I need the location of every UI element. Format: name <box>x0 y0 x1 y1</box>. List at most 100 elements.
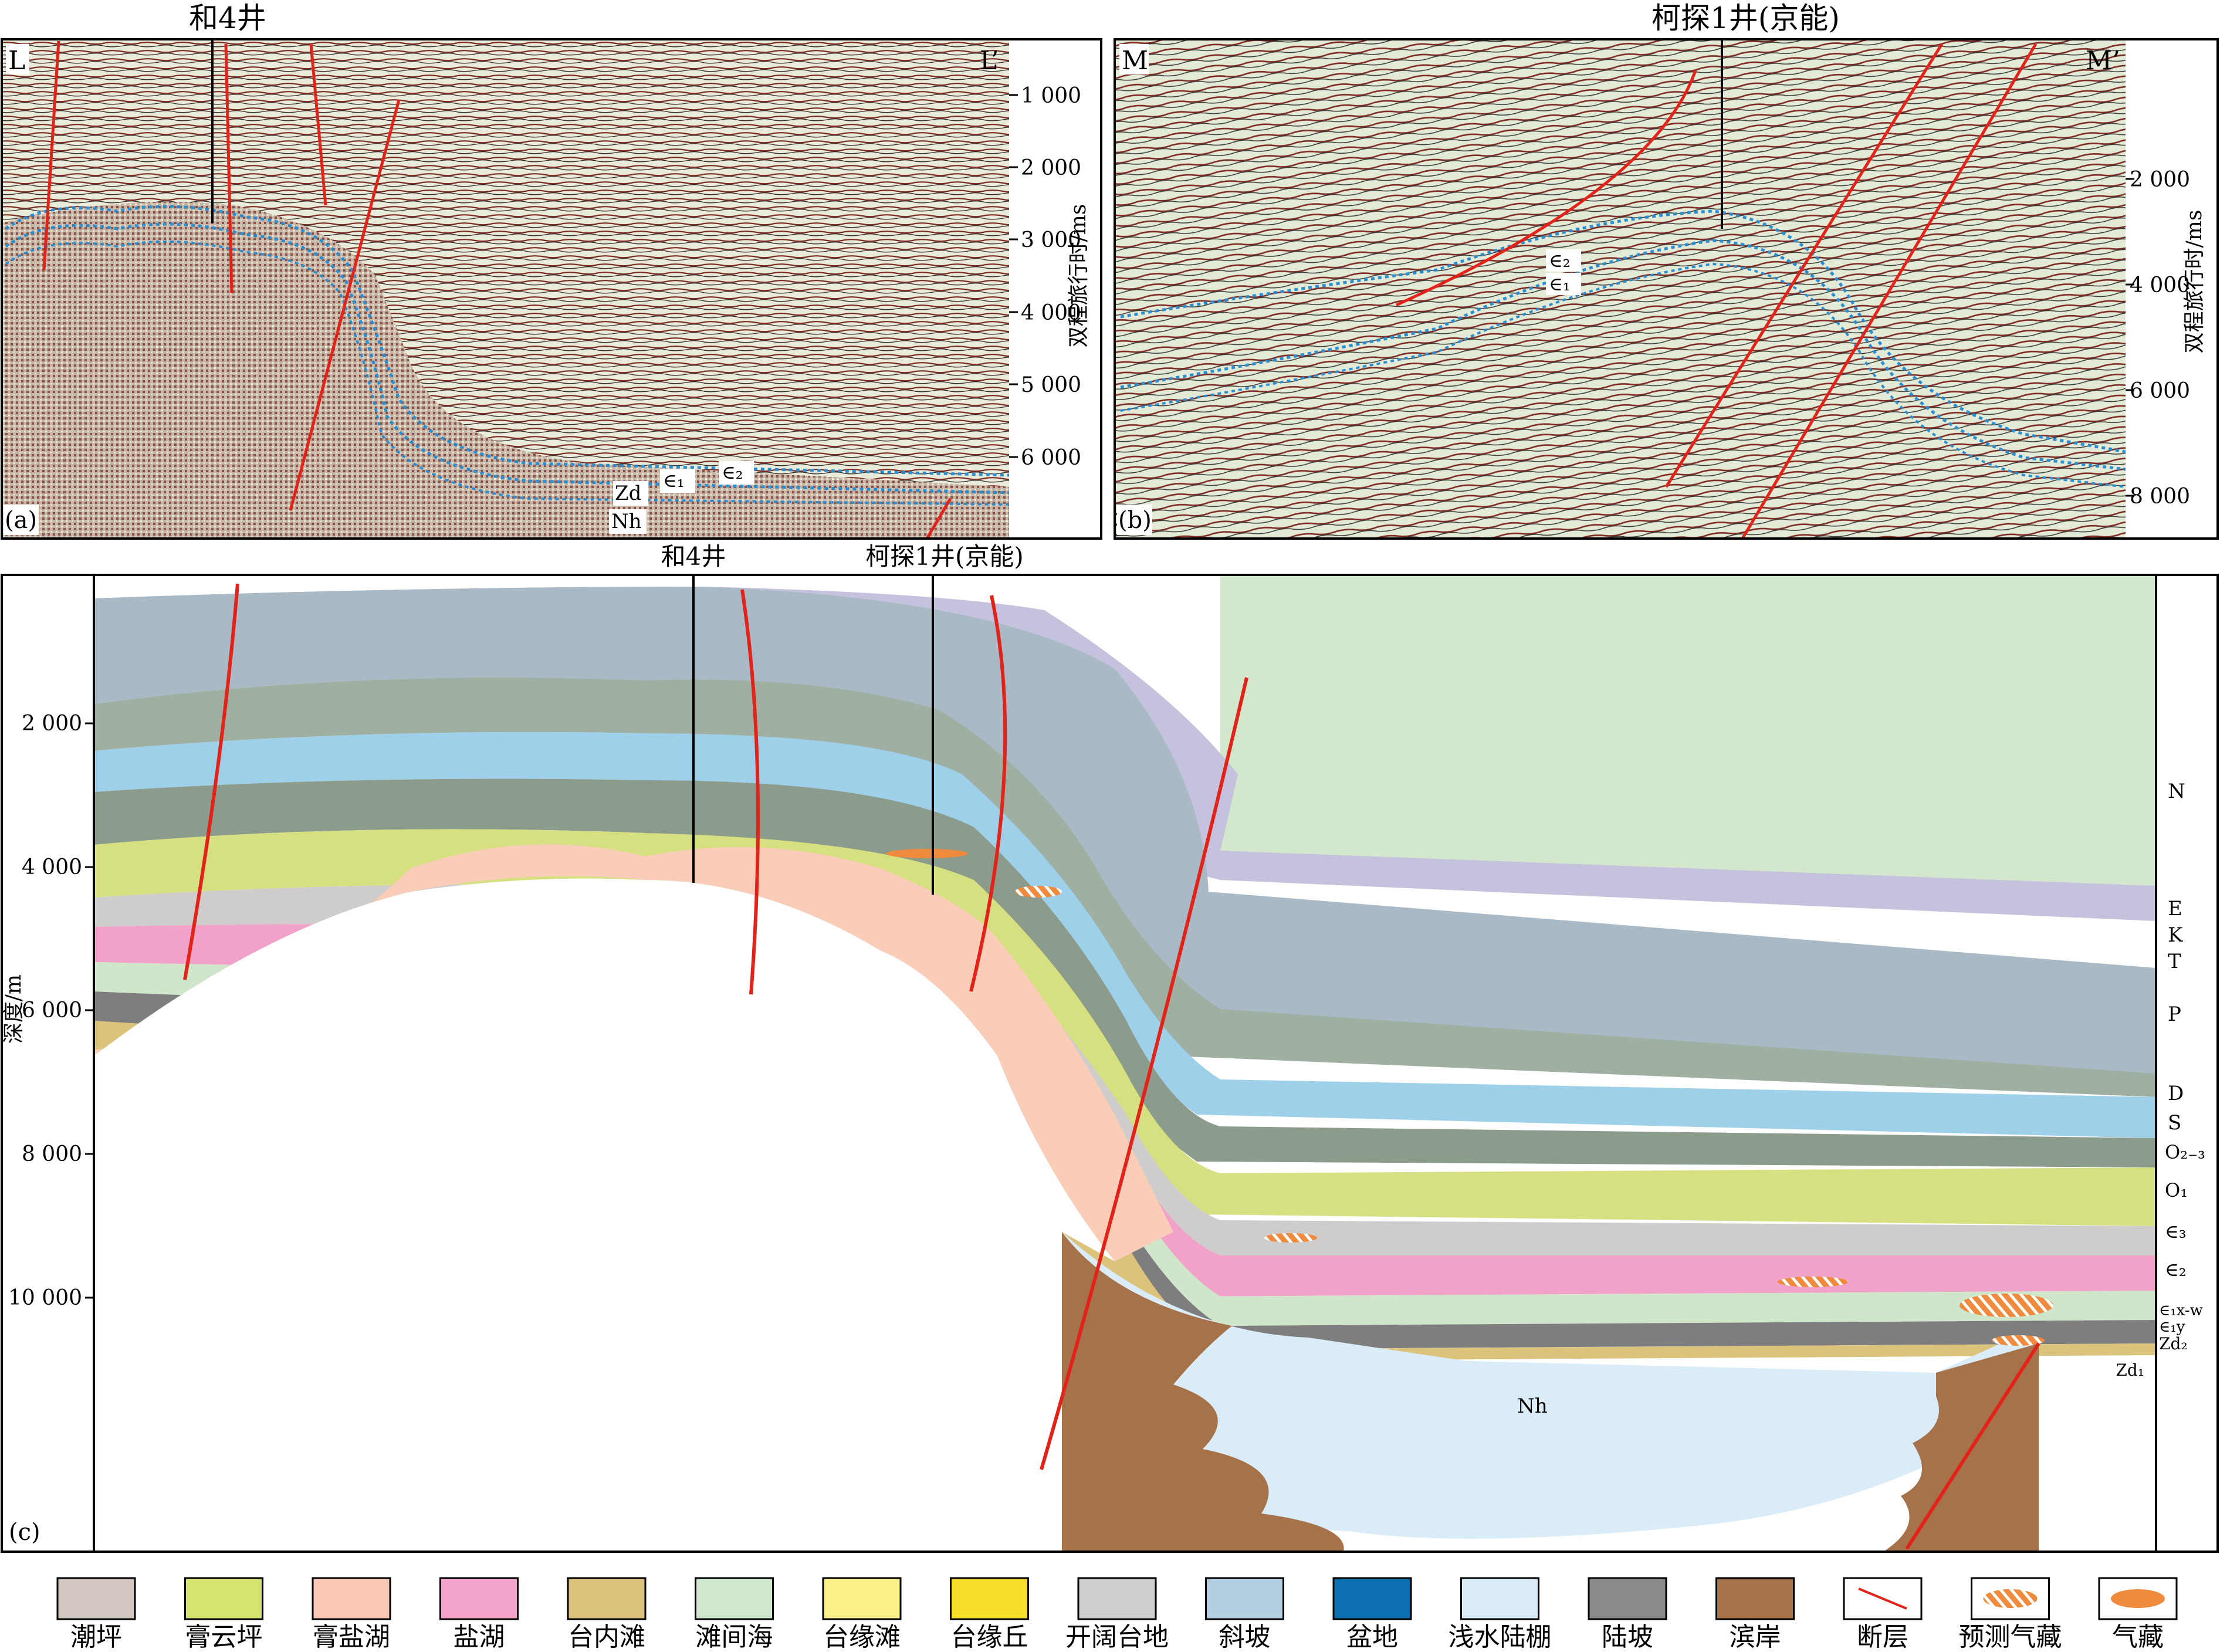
horizon-label-zd-a: Zd <box>615 482 641 505</box>
legend-label-12: 陆坡 <box>1602 1622 1653 1652</box>
legend-item-16: 气藏 <box>2098 1577 2178 1652</box>
legend-item-2: 膏盐湖 <box>312 1577 391 1652</box>
corner-label-M-prime: M’ <box>2086 46 2120 76</box>
legend-label-7: 台缘丘 <box>951 1622 1028 1652</box>
predicted-gas-reservoir-2 <box>1264 1233 1317 1243</box>
tick-label-c-2: 4 000 <box>22 855 82 879</box>
legend-item-5: 滩间海 <box>695 1577 774 1652</box>
horizon-label-e1-b: ∈₁ <box>1549 273 1571 295</box>
strata-label-K: K <box>2168 923 2183 947</box>
gas-legend-shape <box>2111 1589 2165 1608</box>
well-label-ketan1-b: 柯探1井(京能) <box>1652 1 1840 35</box>
legend-item-11: 浅水陆棚 <box>1449 1577 1552 1652</box>
strata-label-P: P <box>2168 1003 2181 1026</box>
legend-item-8: 开阔台地 <box>1065 1577 1169 1652</box>
gas-reservoir-1 <box>886 849 968 858</box>
legend-item-15: 预测气藏 <box>1959 1577 2062 1652</box>
corner-label-L: L <box>8 46 25 76</box>
strata-column <box>2156 575 2218 1552</box>
horizon-label-e1-a: ∈₁ <box>663 469 685 492</box>
panel-label-a: (a) <box>5 507 37 534</box>
figure-canvas: 1 000 2 000 3 000 4 000 5 000 6 000 双程旅行… <box>1 1 2219 1652</box>
legend-label-4: 台内滩 <box>568 1622 645 1652</box>
strata-label-N: N <box>2168 780 2185 803</box>
legend-label-14: 断层 <box>1857 1622 1908 1652</box>
tick-label-b-3: 6 000 <box>2130 379 2190 403</box>
panel-b-seismic: 2 000 4 000 6 000 8 000 双程旅行时/ms M M’ 柯探… <box>1114 1 2219 540</box>
tick-label-c-5: 10 000 <box>8 1286 82 1310</box>
panel-c-section: 2 000 4 000 6 000 8 000 10 000 深度/m 和4井 … <box>1 542 2219 1553</box>
legend-label-3: 盐湖 <box>454 1622 505 1652</box>
horizon-label-nh-a: Nh <box>611 510 642 533</box>
legend-swatch-3 <box>439 1577 519 1620</box>
legend-swatch-5 <box>695 1577 774 1620</box>
panel-label-b: (b) <box>1118 507 1152 534</box>
tick-label-a-2: 2 000 <box>1021 156 1081 180</box>
legend-swatch-1 <box>184 1577 263 1620</box>
legend-swatch-13 <box>1715 1577 1795 1620</box>
well-label-he4-c: 和4井 <box>661 542 726 571</box>
tick-label-a-6: 6 000 <box>1021 446 1081 470</box>
strata-label-e2: ∈₂ <box>2165 1258 2187 1281</box>
legend-swatch-7 <box>950 1577 1029 1620</box>
axis-title-b: 双程旅行时/ms <box>2182 210 2207 354</box>
legend-label-9: 斜坡 <box>1219 1622 1271 1652</box>
legend: 潮坪 膏云坪 膏盐湖 盐湖 台内滩 滩间海 台缘滩 台缘丘 开阔台地 斜坡 盆地 浅水陆棚 陆坡 滨岸 断层… <box>56 1577 2178 1652</box>
legend-label-5: 滩间海 <box>696 1622 773 1652</box>
strata-label-e1y: ∈₁y <box>2159 1318 2185 1336</box>
strata-label-E: E <box>2168 897 2182 920</box>
tick-label-c-3: 6 000 <box>22 998 82 1023</box>
legend-swatch-6 <box>822 1577 902 1620</box>
legend-item-9: 斜坡 <box>1205 1577 1284 1652</box>
predicted-gas-reservoir-4 <box>1960 1294 2053 1317</box>
axis-title-c: 深度/m <box>2 974 26 1044</box>
panel-a-seismic: 1 000 2 000 3 000 4 000 5 000 6 000 双程旅行… <box>1 1 1102 540</box>
panel-label-c: (c) <box>9 1519 40 1546</box>
legend-swatch-10 <box>1332 1577 1412 1620</box>
legend-label-15: 预测气藏 <box>1959 1622 2062 1652</box>
well-label-ketan1-c: 柯探1井(京能) <box>865 542 1024 571</box>
strata-label-S: S <box>2168 1111 2181 1135</box>
legend-item-1: 膏云坪 <box>184 1577 263 1652</box>
tick-label-b-1: 2 000 <box>2130 168 2190 192</box>
legend-swatch-9 <box>1205 1577 1284 1620</box>
legend-label-0: 潮坪 <box>70 1622 122 1652</box>
seismic-panel-b-background <box>1115 39 2126 539</box>
tick-label-c-4: 8 000 <box>22 1142 82 1166</box>
legend-swatch-4 <box>567 1577 647 1620</box>
horizon-label-e2-a: ∈₂ <box>722 461 743 483</box>
legend-item-14: 断层 <box>1843 1577 1923 1652</box>
legend-item-0: 潮坪 <box>56 1577 136 1652</box>
legend-label-2: 膏盐湖 <box>313 1622 390 1652</box>
legend-swatch-12 <box>1588 1577 1667 1620</box>
legend-swatch-11 <box>1460 1577 1539 1620</box>
well-label-he4-a: 和4井 <box>189 1 266 35</box>
legend-item-4: 台内滩 <box>567 1577 647 1652</box>
legend-item-10: 盆地 <box>1332 1577 1412 1652</box>
predicted-gas-reservoir-1 <box>1015 886 1062 898</box>
legend-label-8: 开阔台地 <box>1065 1622 1169 1652</box>
legend-item-13: 滨岸 <box>1715 1577 1795 1652</box>
tick-label-a-1: 1 000 <box>1021 84 1081 108</box>
strata-label-D: D <box>2168 1082 2184 1105</box>
tick-label-c-1: 2 000 <box>22 712 82 736</box>
strata-label-e3: ∈₃ <box>2165 1220 2187 1243</box>
tick-label-b-4: 8 000 <box>2130 485 2190 509</box>
legend-item-12: 陆坡 <box>1588 1577 1667 1652</box>
strata-label-zd2: Zd₂ <box>2159 1334 2188 1353</box>
axis-title-a: 双程旅行时/ms <box>1067 204 1091 348</box>
strata-label-O1: O₁ <box>2165 1179 2188 1201</box>
tick-label-a-5: 5 000 <box>1021 373 1081 397</box>
legend-item-7: 台缘丘 <box>950 1577 1029 1652</box>
strata-label-O23: O₂₋₃ <box>2165 1141 2205 1163</box>
horizon-label-e2-b: ∈₂ <box>1549 249 1571 272</box>
strata-label-e1xw: ∈₁x-w <box>2159 1302 2203 1319</box>
tick-label-b-2: 4 000 <box>2130 273 2190 297</box>
legend-label-13: 滨岸 <box>1730 1622 1781 1652</box>
legend-swatch-2 <box>312 1577 391 1620</box>
legend-label-16: 气藏 <box>2112 1622 2164 1652</box>
strata-label-T: T <box>2168 950 2181 973</box>
legend-label-6: 台缘滩 <box>823 1622 901 1652</box>
legend-label-10: 盆地 <box>1346 1622 1398 1652</box>
corner-label-M: M <box>1122 46 1148 76</box>
